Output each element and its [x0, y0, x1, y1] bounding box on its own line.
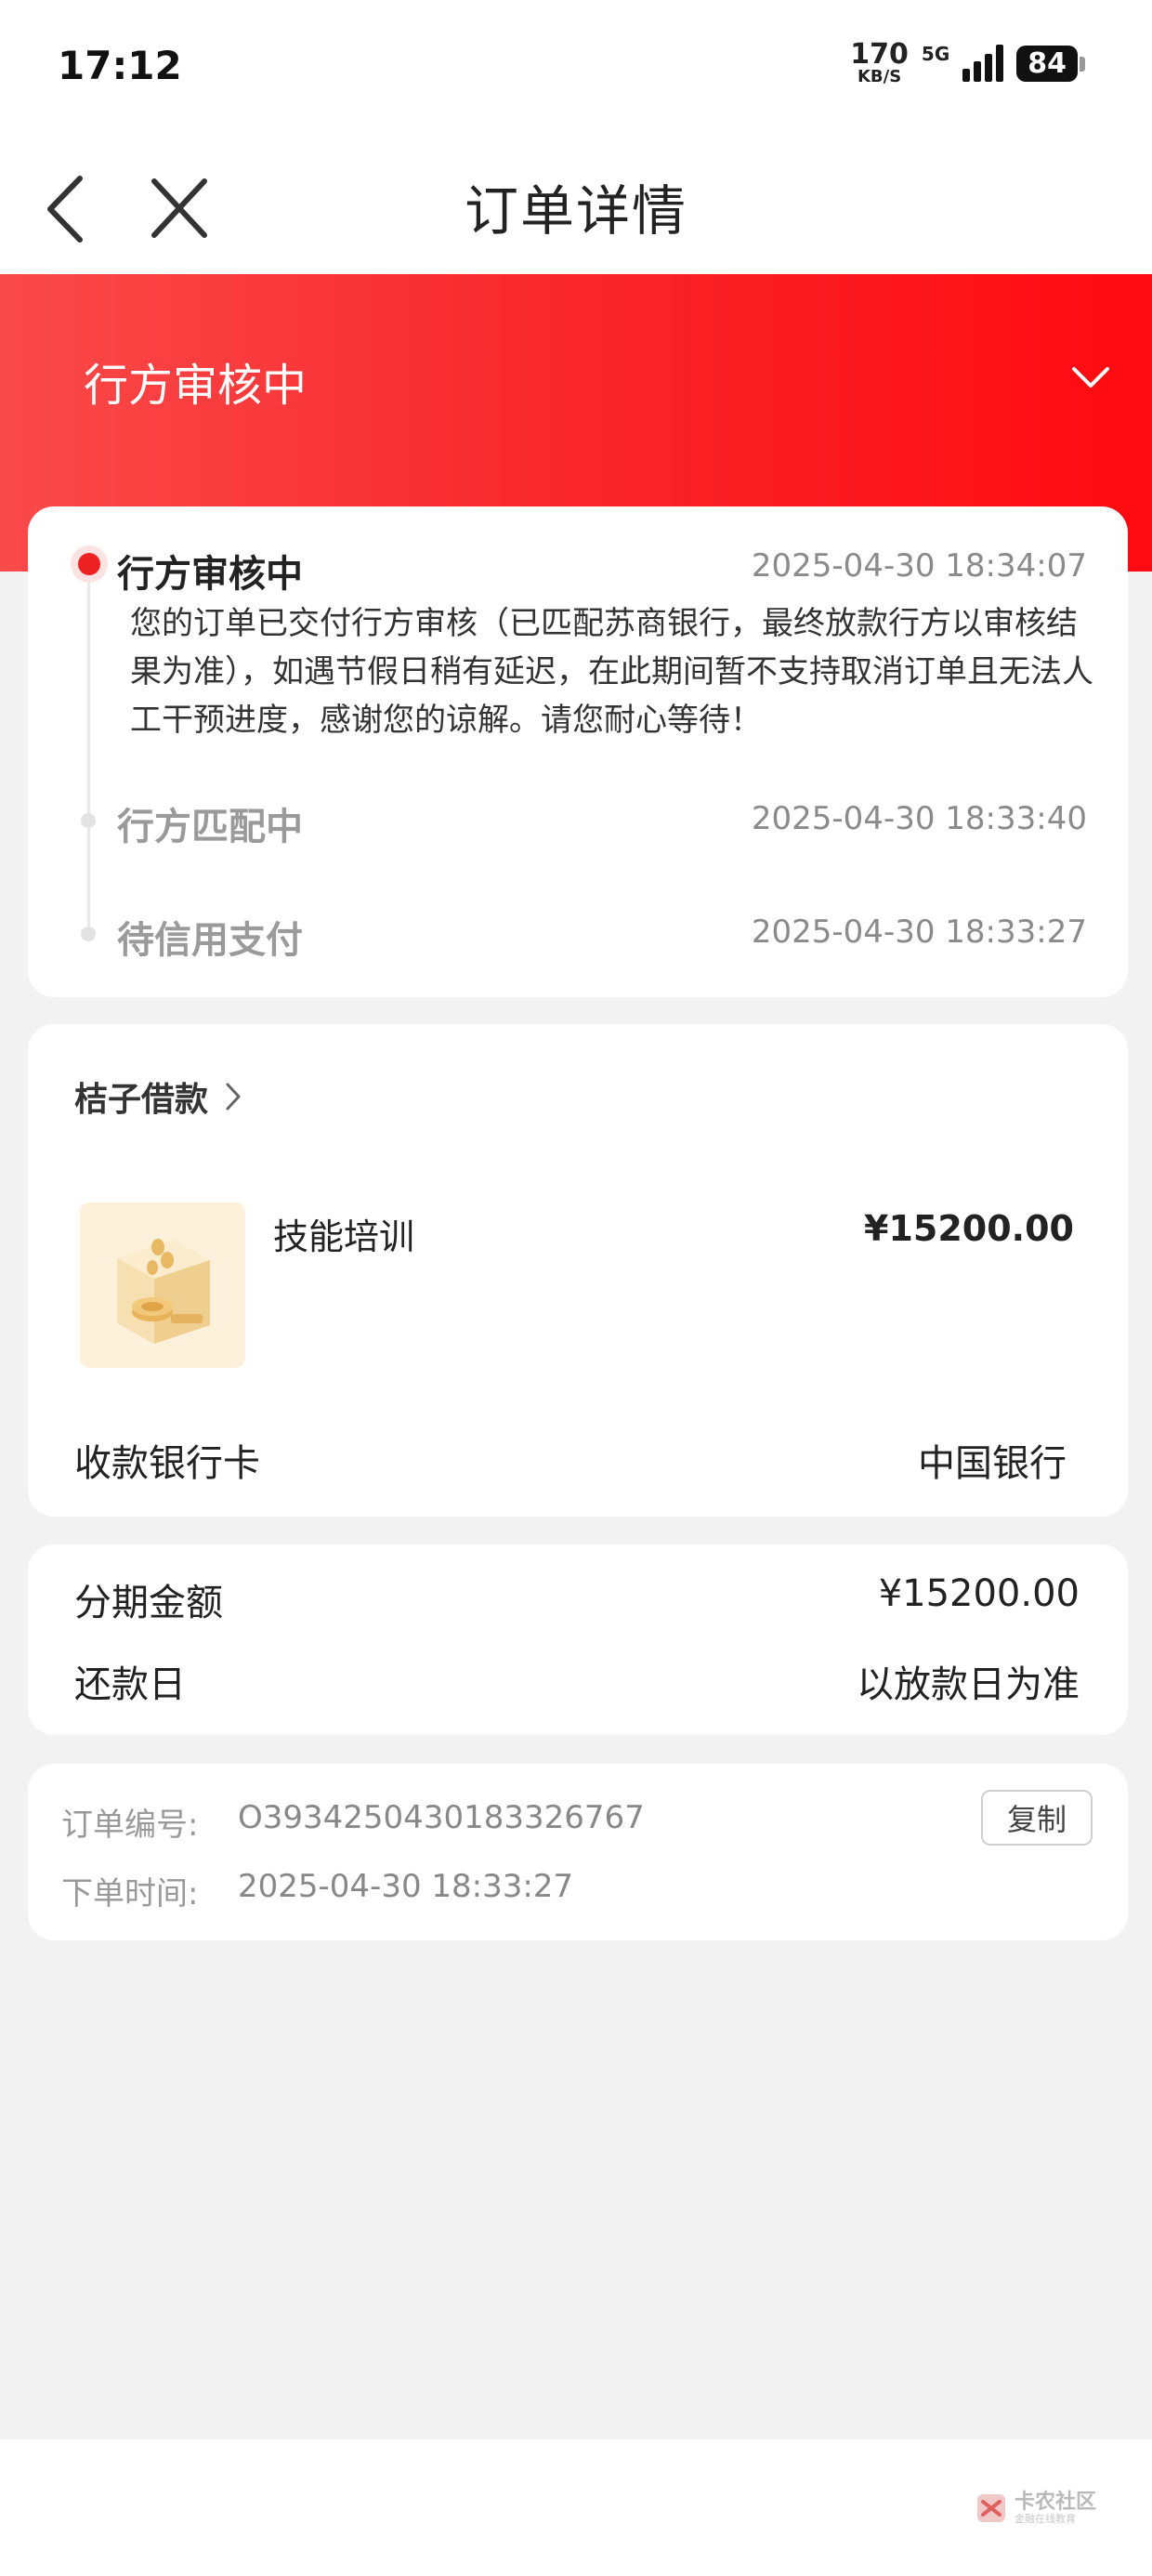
timeline-dot [81, 927, 96, 941]
bank-card-value: 中国银行 [918, 1442, 1067, 1485]
expand-button[interactable] [1070, 363, 1111, 391]
timeline-step-description: 您的订单已交付行方审核（已匹配苏商银行，最终放款行方以审核结果为准），如遇节假日… [130, 605, 1093, 739]
order-time-value: 2025-04-30 18:33:27 [238, 1868, 574, 1905]
product-price: ¥15200.00 [864, 1208, 1074, 1249]
status-header-title: 行方审核中 [84, 360, 308, 412]
status-bar: 17:12 170 KB/S 5G 84 [0, 0, 1152, 139]
merchant-link[interactable]: 桔子借款 [74, 1072, 243, 1121]
installment-amount-label: 分期金额 [74, 1582, 223, 1624]
timeline-line [87, 572, 90, 939]
coins-box-icon [117, 1239, 210, 1344]
product-name: 技能培训 [273, 1216, 415, 1257]
signal-icon [962, 45, 1004, 82]
chevron-down-icon [1072, 367, 1109, 388]
timeline-step-time: 2025-04-30 18:34:07 [751, 547, 1087, 585]
copy-button[interactable]: 复制 [981, 1790, 1093, 1846]
order-info-card: 订单编号: O3934250430183326767 复制 下单时间: 2025… [28, 1764, 1128, 1940]
timeline-dot [81, 813, 96, 828]
order-time-label: 下单时间: [61, 1875, 199, 1912]
watermark-text: 卡农社区 [1014, 2490, 1096, 2514]
timeline-step-time: 2025-04-30 18:33:27 [751, 913, 1087, 951]
progress-timeline-card: 行方审核中 2025-04-30 18:34:07 您的订单已交付行方审核（已匹… [28, 506, 1128, 997]
chevron-right-icon [226, 1083, 241, 1111]
merchant-name: 桔子借款 [74, 1081, 209, 1119]
timeline-step-title: 行方匹配中 [117, 806, 303, 848]
network-speed: 170 KB/S [850, 41, 909, 85]
watermark-logo-icon [976, 2494, 1005, 2522]
timeline-active-dot [71, 545, 108, 583]
watermark: 卡农社区 金融在线教育 [974, 2491, 1096, 2526]
timeline-step-title: 行方审核中 [117, 553, 303, 596]
nav-bar: 订单详情 [0, 139, 1152, 274]
page-title: 订单详情 [464, 179, 687, 243]
timeline-step-time: 2025-04-30 18:33:40 [751, 800, 1087, 837]
network-speed-unit: KB/S [857, 67, 902, 86]
status-indicators: 170 KB/S 5G 84 [850, 41, 1085, 85]
installment-card: 分期金额 ¥15200.00 还款日 以放款日为准 [28, 1544, 1128, 1735]
network-speed-value: 170 [850, 38, 909, 71]
order-number-label: 订单编号: [61, 1807, 199, 1844]
repayment-day-value: 以放款日为准 [857, 1663, 1080, 1706]
product-thumbnail [80, 1203, 245, 1368]
status-time: 17:12 [58, 43, 182, 88]
repayment-day-label: 还款日 [74, 1663, 186, 1706]
installment-amount-value: ¥15200.00 [878, 1572, 1080, 1615]
product-card: 桔子借款 技能培训 ¥15200.00 收款银行卡 中国银行 [28, 1024, 1128, 1517]
watermark-subtext: 金融在线教育 [1014, 2513, 1076, 2526]
battery-icon: 84 [1016, 45, 1085, 82]
timeline-step-title: 待信用支付 [117, 919, 303, 962]
network-type: 5G [921, 43, 950, 65]
order-number-value: O3934250430183326767 [238, 1799, 645, 1836]
bank-card-label: 收款银行卡 [74, 1442, 260, 1485]
